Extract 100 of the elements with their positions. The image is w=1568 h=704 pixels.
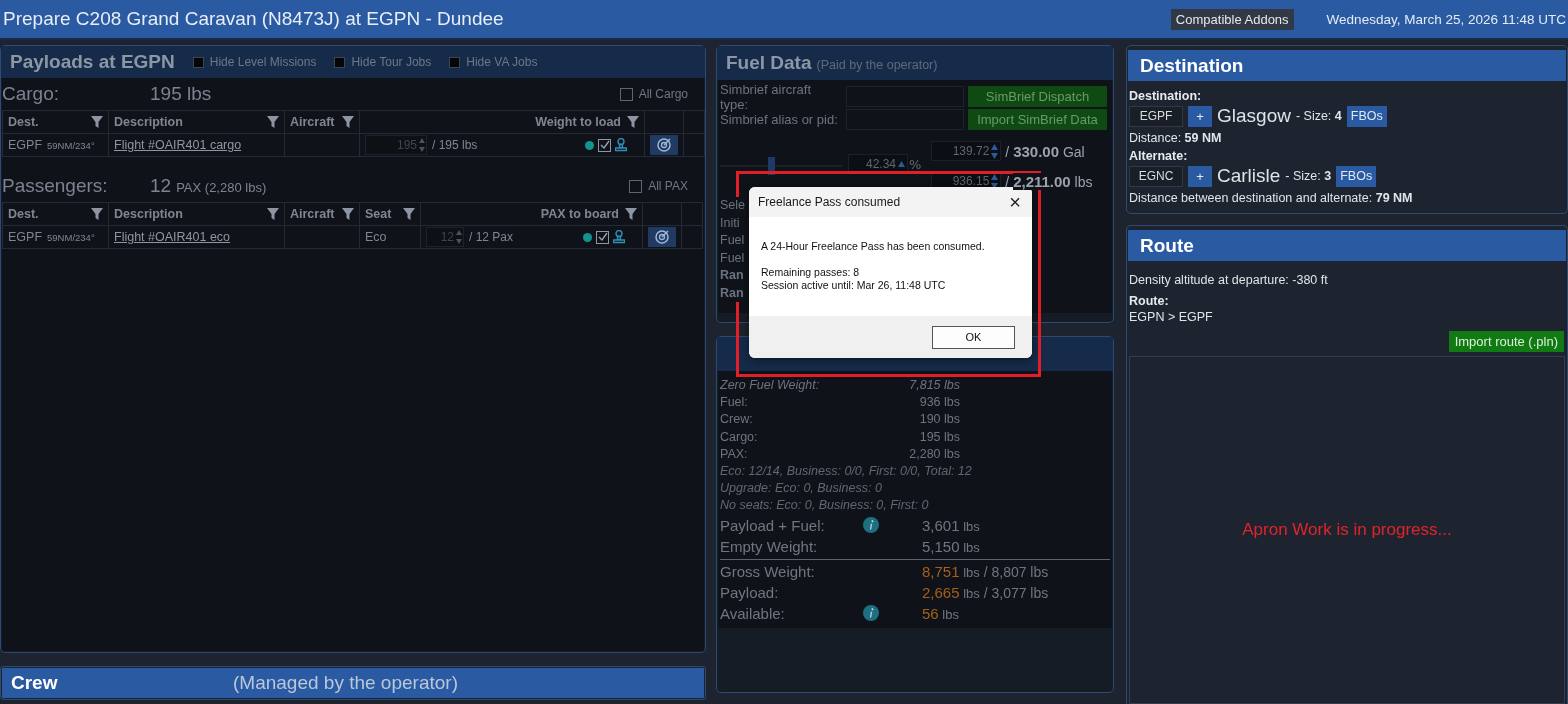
weight-label: Empty Weight: bbox=[720, 537, 819, 555]
stamp-icon bbox=[613, 230, 625, 244]
airport-name: Carlisle bbox=[1217, 165, 1281, 187]
fuel-info-label: Fuel bbox=[720, 232, 745, 250]
panel-title: Crew bbox=[10, 672, 59, 694]
field-label: Route: bbox=[1129, 294, 1170, 308]
column-header[interactable]: Dest. bbox=[8, 115, 39, 129]
weight-value: 2,280 lbs bbox=[908, 445, 960, 463]
quantity-field[interactable]: 139.72 bbox=[931, 141, 1002, 161]
filter-icon bbox=[403, 208, 415, 220]
import-route-button[interactable]: Import route (.pln) bbox=[1448, 331, 1564, 352]
filter-icon bbox=[625, 208, 637, 220]
field-label: Simbrief alias or pid: bbox=[720, 112, 839, 127]
airport-field[interactable]: EGPF bbox=[1129, 105, 1183, 127]
weight-value: 5,150 lbs bbox=[922, 537, 981, 555]
addons-button[interactable]: Compatible Addons bbox=[1170, 8, 1294, 30]
checkbox[interactable] bbox=[598, 138, 611, 152]
table-cell: 59NM/234° bbox=[47, 140, 95, 151]
section-label: Cargo: bbox=[2, 83, 61, 105]
checkbox-label: All Cargo bbox=[638, 87, 688, 101]
filter-icon bbox=[342, 208, 354, 220]
target-icon bbox=[654, 229, 670, 245]
weight-label: Fuel: bbox=[720, 394, 749, 412]
filter-icon bbox=[627, 116, 639, 128]
checkbox[interactable] bbox=[619, 87, 633, 101]
checkbox[interactable] bbox=[449, 56, 461, 68]
checkbox-label: Hide VA Jobs bbox=[466, 55, 538, 69]
load-button[interactable] bbox=[650, 135, 678, 155]
slider-thumb[interactable] bbox=[768, 157, 776, 175]
load-button[interactable] bbox=[648, 227, 676, 247]
ok-button[interactable]: OK bbox=[932, 325, 1015, 349]
status-dot-icon bbox=[585, 140, 594, 150]
weight-label: PAX: bbox=[720, 445, 749, 463]
seat-summary: Eco: 12/14, Business: 0/0, First: 0/0, Total: 12 bbox=[720, 463, 973, 480]
checkbox-label: All PAX bbox=[648, 179, 688, 193]
weight-value: 7,815 lbs bbox=[908, 377, 960, 394]
status-dot-icon bbox=[583, 232, 592, 242]
checkbox-label: Hide Tour Jobs bbox=[351, 55, 432, 69]
airport-size: - Size: 4 bbox=[1295, 109, 1342, 123]
weight-label: Gross Weight: bbox=[720, 562, 816, 580]
panel-title: Fuel Data bbox=[726, 52, 812, 74]
checkbox[interactable] bbox=[192, 56, 204, 68]
airport-size: - Size: 3 bbox=[1285, 169, 1332, 183]
add-button[interactable]: + bbox=[1188, 165, 1212, 187]
filter-icon bbox=[267, 116, 279, 128]
section-total: 12 bbox=[150, 175, 172, 197]
simbrief-button[interactable]: SimBrief Dispatch bbox=[968, 86, 1107, 107]
window-title: Prepare C208 Grand Caravan (N8473J) at EGPN - Dundee bbox=[2, 8, 504, 30]
field-label: Destination: bbox=[1129, 89, 1203, 103]
stamp-icon bbox=[615, 138, 627, 152]
section-label: Passengers: bbox=[2, 175, 109, 197]
column-header[interactable]: Dest. bbox=[8, 207, 39, 221]
table-cell: 59NM/234° bbox=[47, 232, 95, 243]
field-label: Alternate: bbox=[1129, 149, 1189, 163]
date-time: Wednesday, March 25, 2026 11:48 UTC bbox=[1326, 11, 1566, 27]
route-text: EGPN > EGPF bbox=[1129, 309, 1214, 326]
filter-icon bbox=[91, 116, 103, 128]
checkbox[interactable] bbox=[629, 179, 643, 193]
fbos-button[interactable]: FBOs bbox=[1346, 105, 1387, 127]
seat-summary: Upgrade: Eco: 0, Business: 0 bbox=[720, 480, 883, 498]
checkbox[interactable] bbox=[596, 230, 609, 244]
column-header[interactable]: Weight to load bbox=[535, 115, 621, 129]
distance-text: Distance: 59 NM bbox=[1129, 130, 1223, 147]
dialog-title: Freelance Pass consumed bbox=[758, 195, 901, 209]
filter-icon bbox=[342, 116, 354, 128]
unit-label: % bbox=[909, 156, 922, 172]
panel-title: Payloads at EGPN bbox=[10, 51, 175, 73]
airport-name: Glasgow bbox=[1217, 105, 1291, 127]
percent-field[interactable]: 42.34 bbox=[848, 154, 908, 174]
weight-value: 8,751 lbs / 8,807 lbs bbox=[922, 562, 1049, 580]
filter-icon bbox=[91, 208, 103, 220]
density-altitude: Density altitude at departure: -380 ft bbox=[1129, 272, 1329, 289]
dialog-text: Remaining passes: 8 bbox=[761, 266, 861, 279]
weight-value: 3,601 lbs bbox=[922, 516, 981, 534]
dialog-text: Session active until: Mar 26, 11:48 UTC bbox=[761, 279, 947, 292]
checkbox[interactable] bbox=[334, 56, 346, 68]
section-total: 195 lbs bbox=[150, 83, 212, 105]
spinner-arrows-icon bbox=[991, 173, 999, 189]
airport-field[interactable]: EGNC bbox=[1129, 165, 1183, 187]
panel-title: Route bbox=[1140, 234, 1194, 257]
distance-text: Distance between destination and alternate: 79 NM bbox=[1129, 190, 1414, 207]
weight-label: Zero Fuel Weight: bbox=[720, 377, 821, 394]
add-button[interactable]: + bbox=[1188, 105, 1212, 127]
weight-label: Payload + Fuel: bbox=[720, 516, 826, 534]
fbos-button[interactable]: FBOs bbox=[1336, 165, 1377, 187]
spinner-arrows-icon bbox=[991, 143, 999, 159]
spinner-arrow-icon bbox=[898, 161, 905, 167]
panel-note: (Managed by the operator) bbox=[233, 672, 458, 694]
panel-title: Destination bbox=[1140, 54, 1244, 77]
fuel-info-label: Sele bbox=[720, 197, 746, 215]
weight-label: Crew: bbox=[720, 411, 754, 429]
spinner-arrows-icon bbox=[456, 230, 462, 244]
simbrief-button[interactable]: Import SimBrief Data bbox=[968, 109, 1107, 130]
weight-label: Payload: bbox=[720, 583, 780, 601]
dialog-text: A 24-Hour Freelance Pass has been consumed. bbox=[761, 240, 986, 253]
capacity-label: / 2,211.00 lbs bbox=[1005, 172, 1093, 190]
filter-icon bbox=[267, 208, 279, 220]
table-cell: EGPF bbox=[8, 138, 43, 152]
spinner-arrows-icon bbox=[419, 138, 425, 152]
weight-label: Cargo: bbox=[720, 428, 759, 446]
